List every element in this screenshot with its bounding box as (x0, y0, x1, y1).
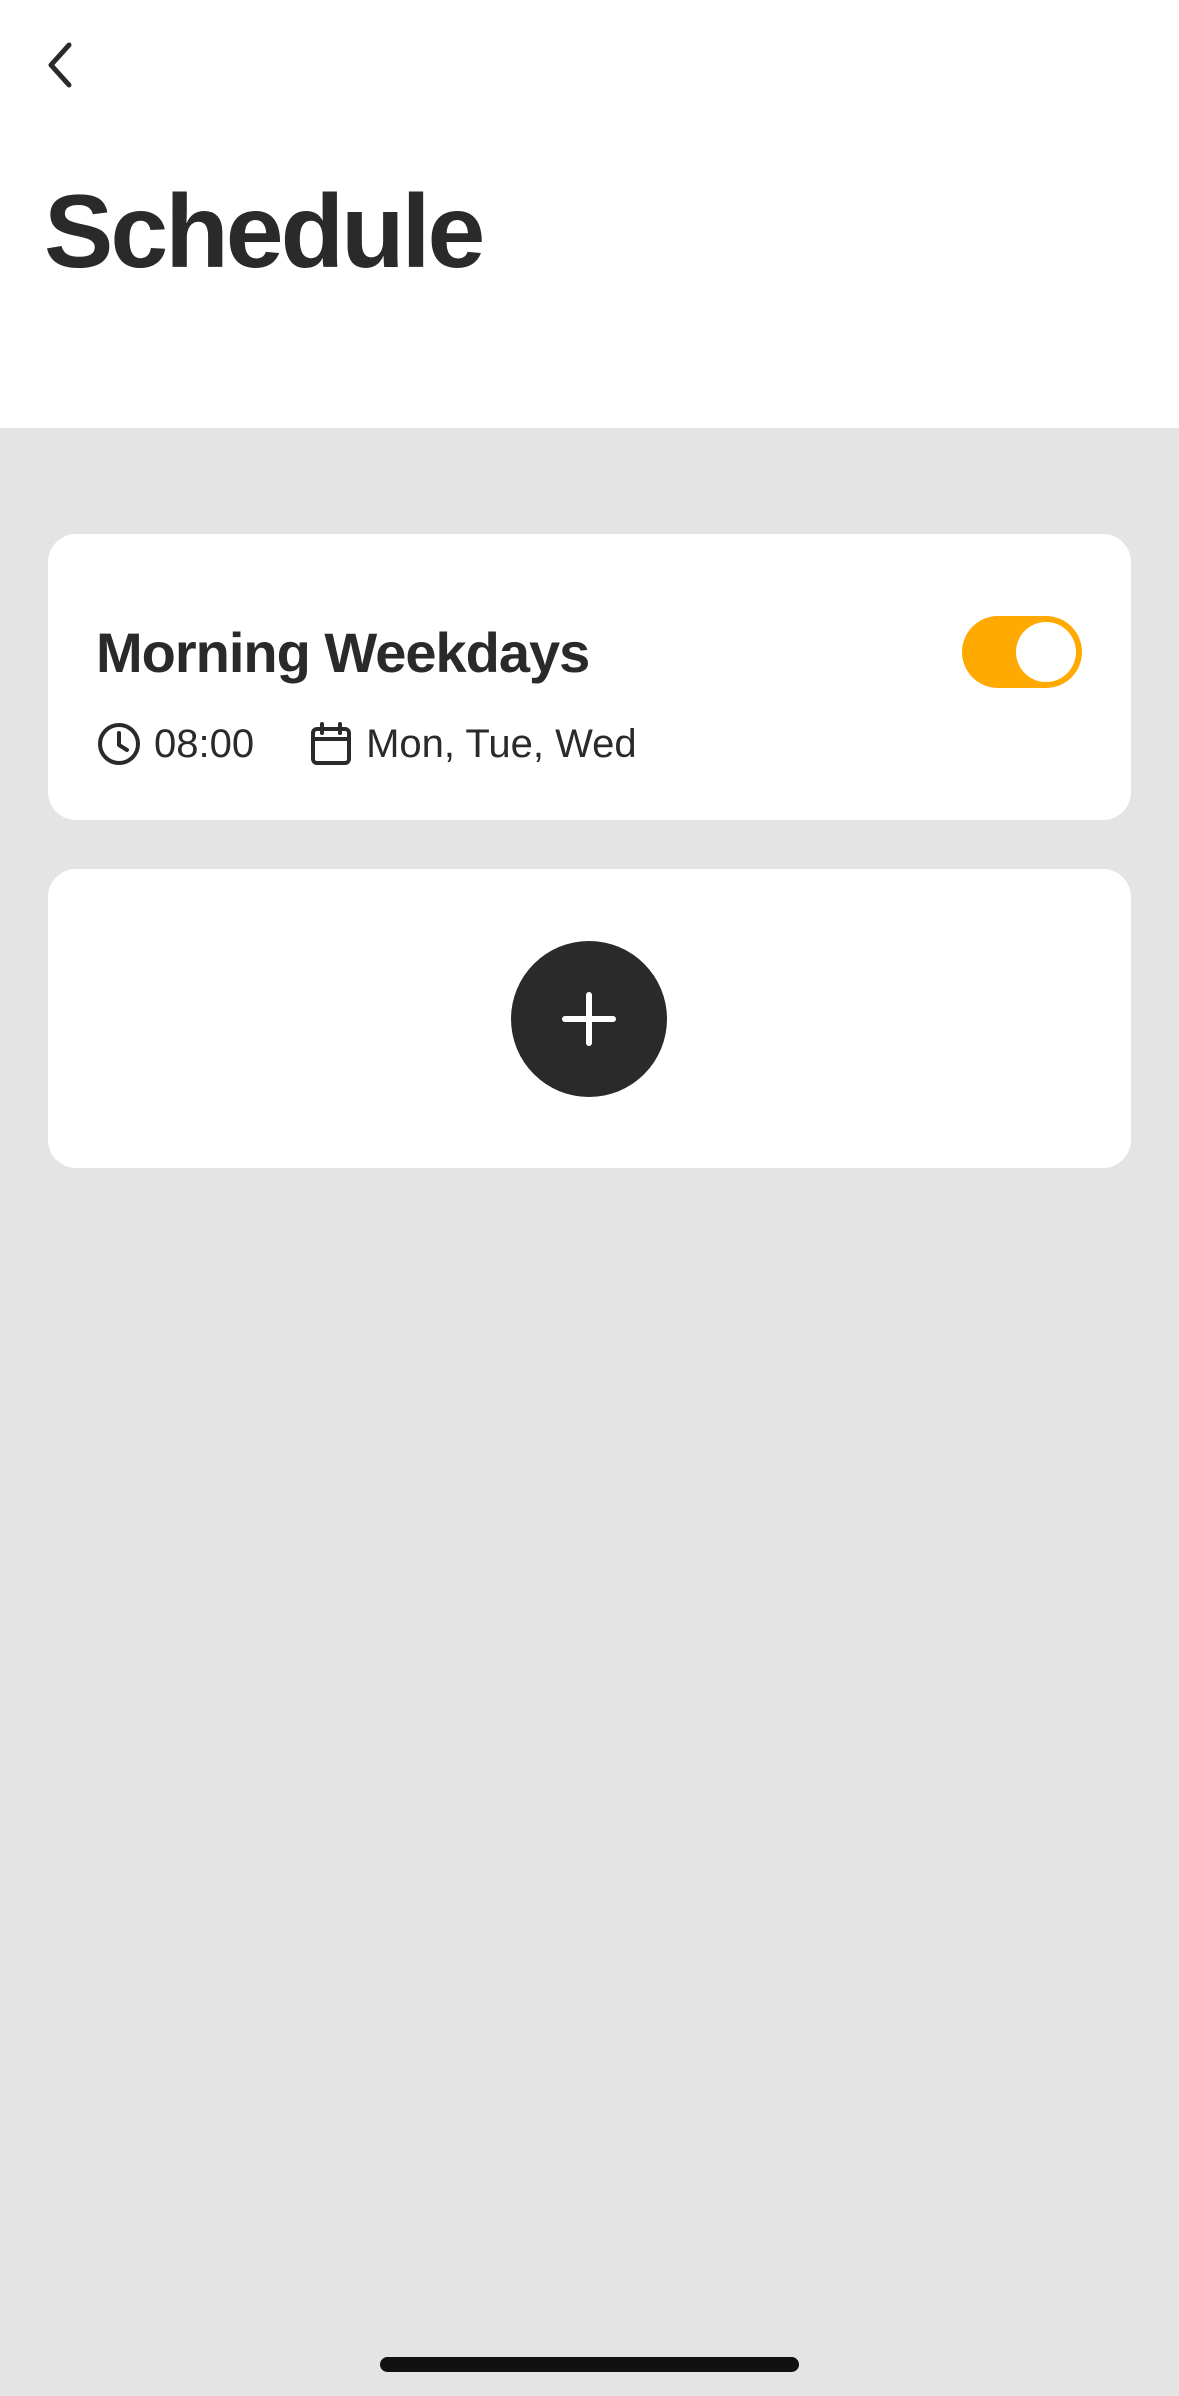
chevron-left-icon (48, 42, 72, 88)
add-schedule-card[interactable] (48, 869, 1131, 1168)
schedule-days: Mon, Tue, Wed (366, 721, 637, 766)
schedule-enabled-toggle[interactable] (962, 616, 1082, 688)
schedule-time: 08:00 (154, 721, 255, 766)
page-title: Schedule (44, 174, 485, 290)
add-schedule-button[interactable] (511, 941, 667, 1097)
home-indicator (380, 2357, 799, 2372)
schedule-meta: 08:00 Mon, Tue, Wed (96, 718, 637, 770)
schedule-card[interactable]: Morning Weekdays 08:00 Mon, Tue, Wed (48, 534, 1131, 820)
header: Schedule (0, 0, 1179, 428)
back-button[interactable] (30, 30, 90, 100)
toggle-knob (1016, 622, 1076, 682)
calendar-icon (308, 721, 354, 767)
clock-icon (96, 721, 142, 767)
plus-icon (562, 992, 616, 1046)
schedule-name: Morning Weekdays (96, 621, 590, 684)
